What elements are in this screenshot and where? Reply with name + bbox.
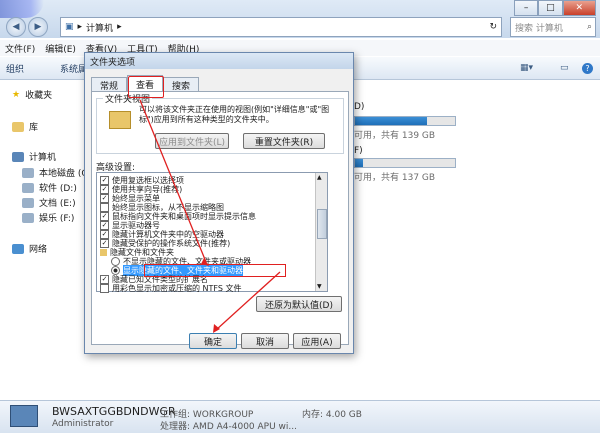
annotation-arrow bbox=[215, 271, 281, 331]
annotation-arrows bbox=[139, 99, 281, 333]
arrowhead-icon bbox=[213, 324, 220, 333]
annotation-arrow bbox=[139, 99, 207, 263]
